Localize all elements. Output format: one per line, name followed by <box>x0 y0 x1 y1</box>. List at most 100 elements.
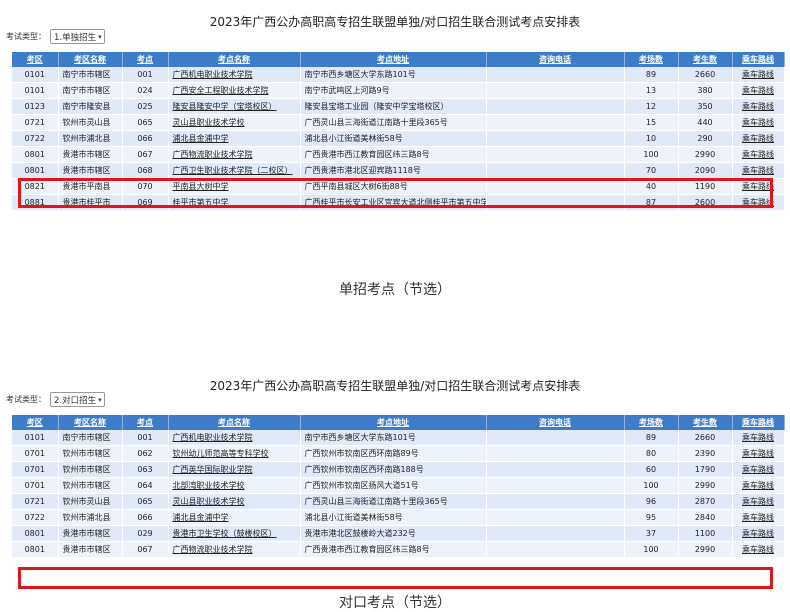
table-header-row: 考区 考区名称 考点 考点名称 考点地址 咨询电话 考场数 考生数 乘车路线 <box>12 52 785 67</box>
district-name-cell: 南宁市市辖区 <box>58 430 123 446</box>
column-header[interactable]: 考区 <box>12 52 59 67</box>
site-code-cell: 062 <box>122 445 169 462</box>
table-row: 0101 南宁市市辖区 024 广西安全工程职业技术学院 南宁市武鸣区上河路9号 13 38… <box>12 82 785 99</box>
exam-site-link[interactable]: 广西物流职业技术学院 <box>173 545 253 554</box>
route-link[interactable]: 乘车路线 <box>742 529 774 538</box>
filter-label: 考试类型： <box>6 32 46 41</box>
exam-site-cell: 平南县大树中学 <box>168 178 301 195</box>
site-code-cell: 001 <box>122 430 169 446</box>
district-name-cell: 钦州市市辖区 <box>58 477 123 494</box>
route-cell: 乘车路线 <box>732 461 785 478</box>
column-header[interactable]: 咨询电话 <box>486 52 625 67</box>
site-code-cell: 024 <box>122 82 169 99</box>
exam-site-link[interactable]: 浦北县金浦中学 <box>173 513 229 522</box>
exam-site-cell: 贵港市卫生学校（鼓楼校区） <box>168 525 301 542</box>
route-cell: 乘车路线 <box>732 162 785 179</box>
candidate-count-cell: 2660 <box>678 430 733 446</box>
route-cell: 乘车路线 <box>732 525 785 542</box>
column-header[interactable]: 乘车路线 <box>732 415 785 430</box>
table-row: 0101 南宁市市辖区 001 广西机电职业技术学院 南宁市西乡塘区大学东路101号 89… <box>12 67 785 83</box>
column-header[interactable]: 考区 <box>12 415 59 430</box>
candidate-count-cell: 1100 <box>678 525 733 542</box>
phone-cell <box>486 445 625 462</box>
exam-site-link[interactable]: 浦北县金浦中学 <box>173 134 229 143</box>
route-link[interactable]: 乘车路线 <box>742 433 774 442</box>
route-cell: 乘车路线 <box>732 509 785 526</box>
room-count-cell: 15 <box>624 114 679 131</box>
column-header[interactable]: 考场数 <box>624 415 679 430</box>
exam-site-link[interactable]: 灵山县职业技术学校 <box>173 497 245 506</box>
column-header[interactable]: 咨询电话 <box>486 415 625 430</box>
column-header[interactable]: 考点地址 <box>300 52 487 67</box>
exam-site-link[interactable]: 钦州幼儿师范高等专科学校 <box>173 449 269 458</box>
district-code-cell: 0801 <box>12 541 59 558</box>
phone-cell <box>486 130 625 147</box>
route-link[interactable]: 乘车路线 <box>742 118 774 127</box>
route-link[interactable]: 乘车路线 <box>742 465 774 474</box>
column-header[interactable]: 考场数 <box>624 52 679 67</box>
exam-site-link[interactable]: 广西安全工程职业技术学院 <box>173 86 269 95</box>
route-link[interactable]: 乘车路线 <box>742 134 774 143</box>
route-link[interactable]: 乘车路线 <box>742 449 774 458</box>
district-code-cell: 0801 <box>12 146 59 163</box>
table-row: 0123 南宁市隆安县 025 隆安县隆安中学（宝塔校区） 隆安县宝塔工业园（隆安中学宝… <box>12 98 785 115</box>
route-cell: 乘车路线 <box>732 130 785 147</box>
phone-cell <box>486 178 625 195</box>
exam-site-cell: 灵山县职业技术学校 <box>168 493 301 510</box>
route-link[interactable]: 乘车路线 <box>742 70 774 79</box>
route-link[interactable]: 乘车路线 <box>742 166 774 175</box>
phone-cell <box>486 162 625 179</box>
room-count-cell: 95 <box>624 509 679 526</box>
exam-site-link[interactable]: 贵港市卫生学校（鼓楼校区） <box>173 529 277 538</box>
candidate-count-cell: 2090 <box>678 162 733 179</box>
route-link[interactable]: 乘车路线 <box>742 545 774 554</box>
district-code-cell: 0722 <box>12 509 59 526</box>
route-link[interactable]: 乘车路线 <box>742 150 774 159</box>
column-header[interactable]: 考点 <box>122 415 169 430</box>
route-cell: 乘车路线 <box>732 82 785 99</box>
route-cell: 乘车路线 <box>732 541 785 558</box>
exam-site-link[interactable]: 广西物流职业技术学院 <box>173 150 253 159</box>
column-header[interactable]: 考点地址 <box>300 415 487 430</box>
candidate-count-cell: 2390 <box>678 445 733 462</box>
column-header[interactable]: 考生数 <box>678 52 733 67</box>
column-header[interactable]: 乘车路线 <box>732 52 785 67</box>
site-address-cell: 广西平南县城区大树6街88号 <box>300 178 487 195</box>
district-code-cell: 0101 <box>12 67 59 83</box>
site-address-cell: 广西贵港市港北区迎宾路1118号 <box>300 162 487 179</box>
exam-site-link[interactable]: 广西卫生职业技术学院（二校区） <box>173 166 293 175</box>
route-link[interactable]: 乘车路线 <box>742 513 774 522</box>
exam-site-link[interactable]: 平南县大树中学 <box>173 182 229 191</box>
route-link[interactable]: 乘车路线 <box>742 102 774 111</box>
exam-site-link[interactable]: 广西机电职业技术学院 <box>173 70 253 79</box>
exam-site-link[interactable]: 灵山县职业技术学校 <box>173 118 245 127</box>
phone-cell <box>486 509 625 526</box>
exam-site-link[interactable]: 广西英华国际职业学院 <box>173 465 253 474</box>
column-header[interactable]: 考点名称 <box>168 415 301 430</box>
table-row: 0801 贵港市市辖区 029 贵港市卫生学校（鼓楼校区） 贵港市港北区鼓楼岭大道232… <box>12 525 785 542</box>
route-link[interactable]: 乘车路线 <box>742 182 774 191</box>
exam-type-select[interactable]: 1.单独招生 ▾ <box>50 29 105 44</box>
site-code-cell: 070 <box>122 178 169 195</box>
table-row: 0881 贵港市桂平市 069 桂平市第五中学 广西桂平市长安工业区宜宾大道北侧桂平市第… <box>12 194 785 211</box>
column-header[interactable]: 考区名称 <box>58 415 123 430</box>
exam-site-link[interactable]: 隆安县隆安中学（宝塔校区） <box>173 102 277 111</box>
site-code-cell: 067 <box>122 146 169 163</box>
column-header[interactable]: 考区名称 <box>58 52 123 67</box>
district-code-cell: 0721 <box>12 114 59 131</box>
panel2-table-viewport: 考区 考区名称 考点 考点名称 考点地址 咨询电话 考场数 考生数 乘车路线 0101 南宁市市辖… <box>0 415 790 591</box>
route-link[interactable]: 乘车路线 <box>742 497 774 506</box>
route-link[interactable]: 乘车路线 <box>742 481 774 490</box>
route-link[interactable]: 乘车路线 <box>742 86 774 95</box>
district-code-cell: 0123 <box>12 98 59 115</box>
exam-site-link[interactable]: 桂平市第五中学 <box>173 198 229 207</box>
exam-site-link[interactable]: 北部湾职业技术学校 <box>173 481 245 490</box>
exam-site-link[interactable]: 广西机电职业技术学院 <box>173 433 253 442</box>
select-value: 1.单独招生 <box>54 32 97 43</box>
exam-type-select[interactable]: 2.对口招生 ▾ <box>50 392 105 407</box>
column-header[interactable]: 考点 <box>122 52 169 67</box>
column-header[interactable]: 考生数 <box>678 415 733 430</box>
column-header[interactable]: 考点名称 <box>168 52 301 67</box>
district-code-cell: 0801 <box>12 162 59 179</box>
route-link[interactable]: 乘车路线 <box>742 198 774 207</box>
